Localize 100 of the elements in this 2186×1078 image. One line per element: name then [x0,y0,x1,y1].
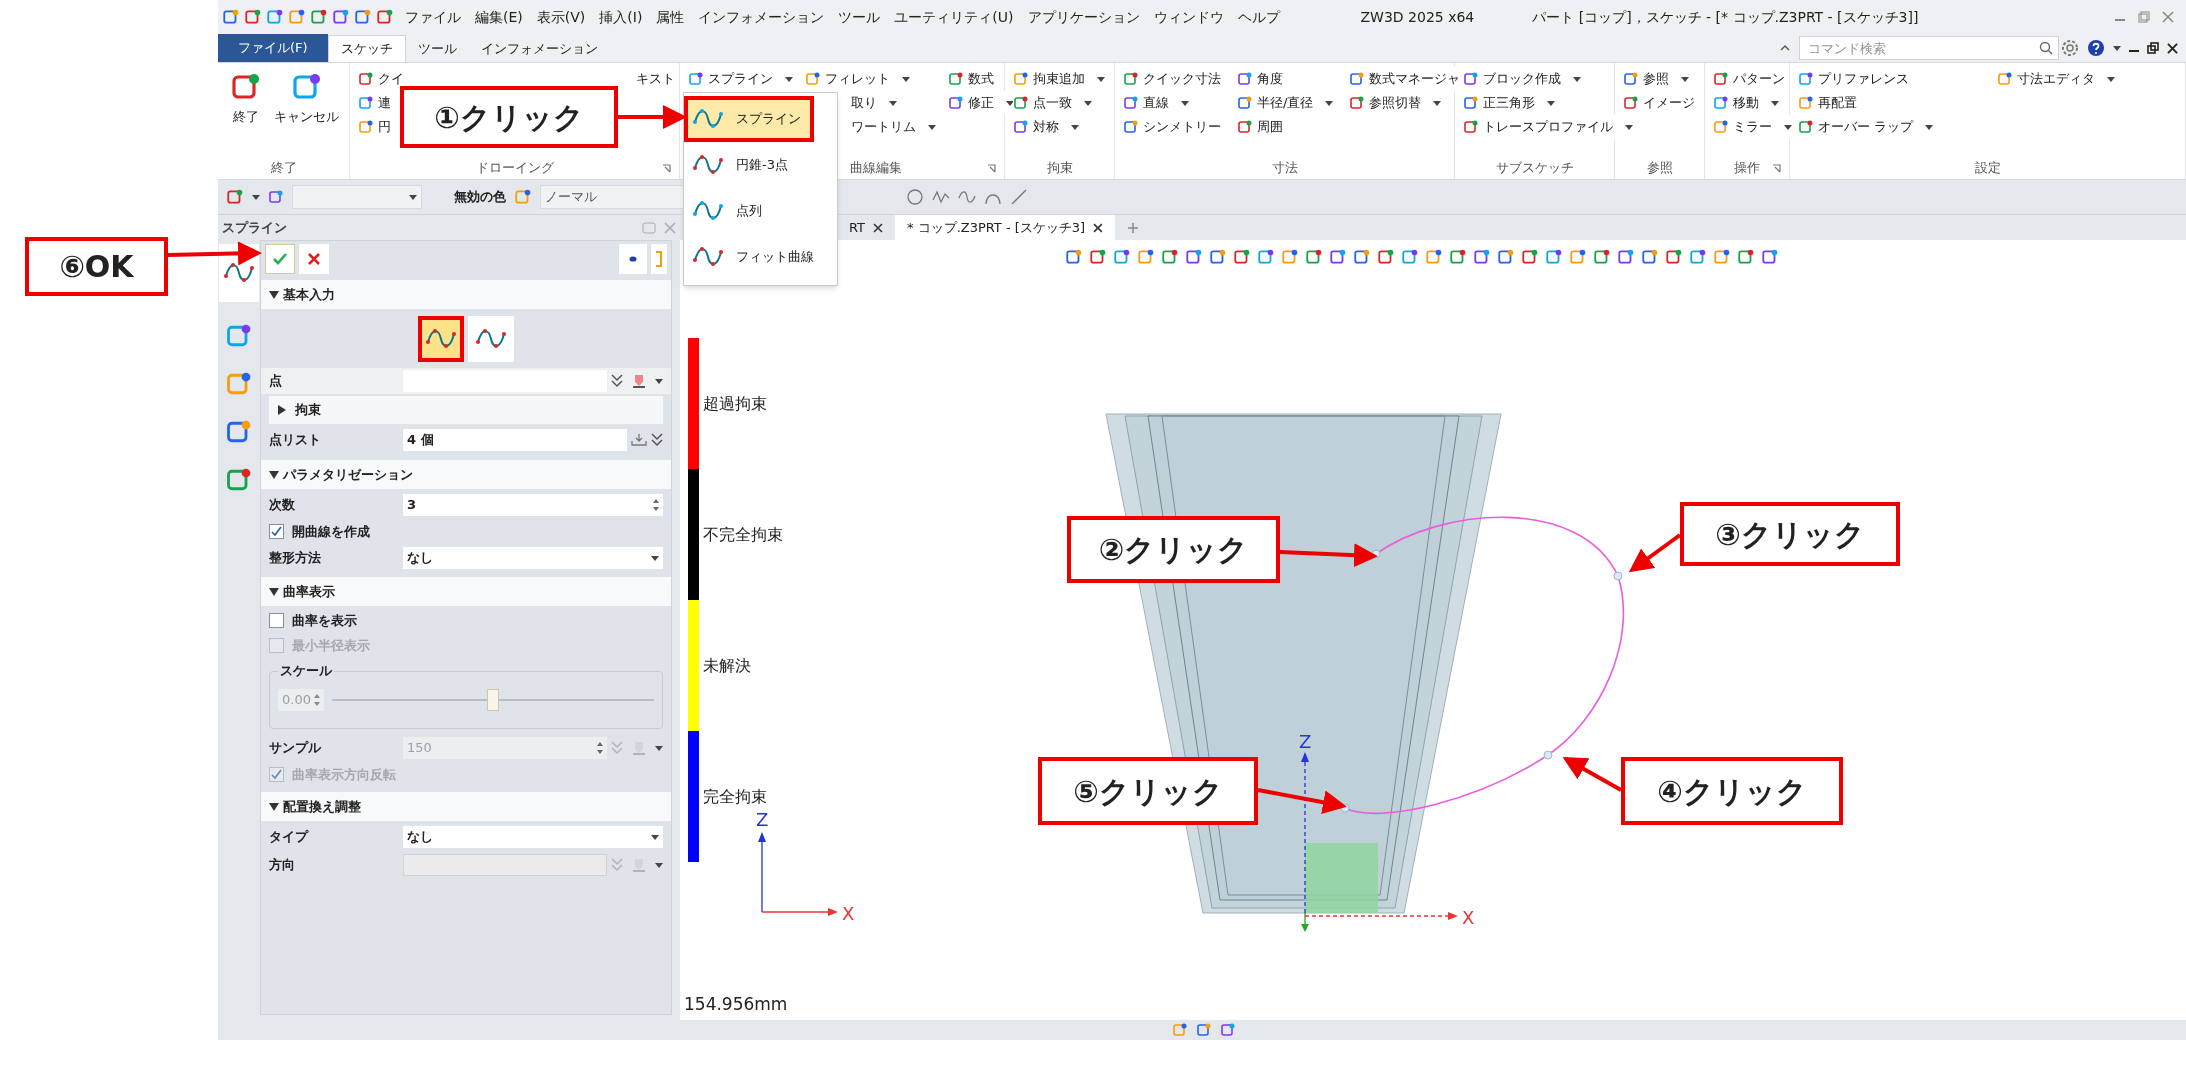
line-icon[interactable] [1010,188,1028,206]
app-title: ZW3D 2025 x64 [1360,7,1475,27]
slider-thumb[interactable] [487,689,499,711]
ribbon-tab[interactable]: インフォメーション [468,35,610,62]
dialog-launcher-icon[interactable] [662,163,671,173]
menu-item[interactable]: ファイル [402,6,464,28]
checkbox[interactable] [269,524,284,539]
color-label: 無効の色 [454,188,506,207]
double-chevron-icon[interactable] [611,374,623,388]
tool-icon [1013,119,1029,135]
ribbon-tab[interactable]: ツール [405,35,469,62]
ribbon-tab[interactable]: スケッチ [327,35,406,62]
point-button[interactable] [619,244,647,274]
legend-label: 未解決 [703,654,751,677]
tool-icon [1237,95,1253,111]
spline-point[interactable] [1371,549,1381,559]
number-field[interactable]: 3 [403,494,663,516]
section-header[interactable]: パラメタリゼーション [261,460,671,489]
quick-access-icon [266,8,284,26]
section-header[interactable]: 基本入力 [261,280,671,309]
help-icon[interactable] [2087,39,2105,57]
document-tab[interactable]: * コップ.Z3PRT - [スケッチ3] [895,215,1115,240]
section-header[interactable]: 配置換え調整 [261,792,671,821]
spline-type-button[interactable] [418,316,464,362]
menu-item[interactable]: 挿入(I) [596,6,646,28]
spinner-arrows-icon[interactable] [314,693,320,707]
field-label: 点リスト [269,431,322,450]
polyline-icon[interactable] [932,188,950,206]
section-header[interactable]: 曲率表示 [261,577,671,606]
view-toolbar-icon [1593,248,1611,266]
view-toolbar-icon [1353,248,1371,266]
group-label: ドローイング [475,159,554,178]
dialog-launcher-icon[interactable] [987,163,996,173]
caret-icon [1573,76,1581,82]
select-field[interactable]: なし [403,547,663,569]
ok-button[interactable] [265,244,295,274]
restore-icon[interactable] [2147,42,2159,54]
slider[interactable] [332,688,654,712]
menu-item[interactable]: インフォメーション [695,6,828,28]
ribbon-button[interactable]: トレースプロファイル [1463,115,1633,139]
legend-label: 完全拘束 [703,785,767,808]
menu-item[interactable]: スプライン [684,96,814,142]
add-tab-icon[interactable] [1127,222,1139,234]
spline-type-button[interactable] [468,316,514,362]
expanded-triangle-icon[interactable] [269,289,279,300]
callout-label: ④クリック [1621,757,1843,825]
ribbon-button[interactable]: ミラー [1713,115,1792,139]
ribbon-tab[interactable]: ファイル(F) [218,34,328,62]
double-chevron-icon[interactable] [651,433,663,447]
spinner-arrows-icon[interactable] [653,498,659,512]
collapsed-triangle-icon[interactable] [277,405,287,415]
value-field[interactable]: 4 個 [403,429,627,451]
view-toolbar-icon [1257,248,1275,266]
menu-item[interactable]: 表示(V) [533,6,589,28]
view-toolbar-icon [1641,248,1659,266]
menu-item[interactable]: 編集(E) [472,6,526,28]
view-toolbar-icon [1617,248,1635,266]
select-field[interactable]: なし [403,826,663,848]
bracket-icon [655,251,663,267]
spline-point[interactable] [1613,571,1623,581]
settings-icon[interactable] [2061,39,2079,57]
panel-title: スプライン [222,218,287,237]
quick-access-icon [332,8,350,26]
subsection-header[interactable]: 拘束 [269,396,663,424]
menu-item[interactable]: ヘルプ [1234,6,1283,28]
group-label: 終了 [270,159,297,178]
menu-item[interactable]: ユーティリティ(U) [891,6,1017,28]
expanded-triangle-icon[interactable] [269,586,279,597]
menu-item[interactable]: 属性 [653,6,688,28]
view-toolbar-icon [1521,248,1539,266]
ribbon-button[interactable]: キャンセル [270,67,343,127]
menu-item[interactable]: ウィンドウ [1150,6,1227,28]
menu-item[interactable]: 円錐-3点 [684,142,837,188]
caret-icon [651,555,659,561]
tool-icon [1123,95,1139,111]
dialog-launcher-icon[interactable] [1772,163,1781,173]
menu-item[interactable]: ツール [835,6,884,28]
tool-icon [1713,119,1729,135]
ribbon-button[interactable]: 修正 [948,91,1014,115]
expanded-triangle-icon[interactable] [269,801,279,812]
tool-icon [1013,71,1029,87]
circle-icon[interactable] [906,188,924,206]
spline-point[interactable] [1340,803,1350,813]
view-toolbar-icon [1209,248,1227,266]
ribbon-button[interactable]: 終了 [226,67,266,127]
caret-icon [928,124,936,130]
close-icon[interactable] [1093,222,1103,233]
command-search-field[interactable]: コマンド検索 [1799,36,2059,60]
close-icon[interactable] [2167,42,2178,54]
menu-item[interactable]: アプリケーション [1024,6,1143,28]
download-icon[interactable] [631,433,647,447]
view-toolbar-icon [1281,248,1299,266]
checkbox[interactable] [269,613,284,628]
expanded-triangle-icon[interactable] [269,469,279,480]
wave-icon[interactable] [958,188,976,206]
close-icon[interactable] [873,222,883,233]
spline-point[interactable] [1543,750,1553,760]
cancel-button[interactable] [299,244,329,274]
ribbon-button[interactable]: 数式マネージャ [1349,67,1461,91]
section-title: 配置換え調整 [283,797,361,816]
